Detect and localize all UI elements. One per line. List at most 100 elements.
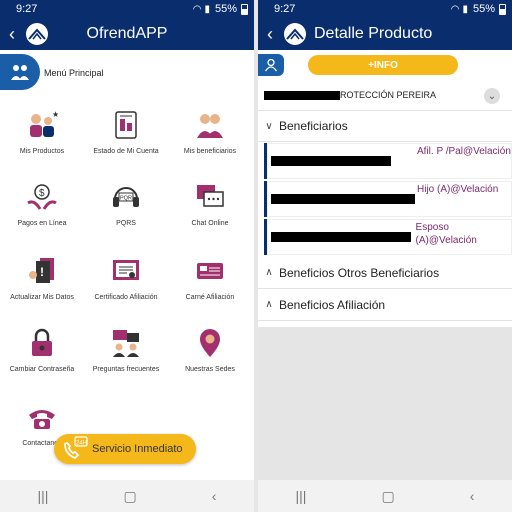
id-card-icon	[193, 254, 227, 288]
android-nav-bar: ||| ▢ ‹	[0, 480, 254, 512]
tile-mis-beneficiarios[interactable]: Mis beneficiarios	[168, 108, 252, 156]
tile-cambiar-contrasena[interactable]: Cambiar Contraseña	[0, 326, 84, 374]
tile-nuestras-sedes[interactable]: Nuestras Sedes	[168, 326, 252, 374]
group-icon	[193, 108, 227, 142]
section-title: Beneficios Otros Beneficiarios	[279, 265, 440, 280]
tile-label: Cambiar Contraseña	[9, 366, 75, 373]
recents-icon[interactable]: |||	[296, 488, 307, 504]
wifi-icon: ◠	[450, 3, 460, 15]
tile-mis-productos[interactable]: ★ Mis Productos	[0, 108, 84, 156]
home-icon[interactable]: ▢	[123, 488, 136, 505]
beneficiary-card[interactable]: Afil. P /Pal@Velación	[264, 143, 512, 179]
status-time: 9:27	[16, 3, 38, 15]
fab-badge: 24H	[76, 441, 87, 447]
redacted-name	[271, 156, 391, 166]
beneficiary-relation: Esposo (A)@Velación	[415, 222, 477, 246]
empty-content-area	[258, 327, 512, 480]
chevron-down-icon: ∨	[265, 120, 273, 132]
tile-actualizar-datos[interactable]: ! Actualizar Mis Datos	[0, 254, 84, 302]
plan-row[interactable]: ROTECCIÓN PEREIRA ⌄	[258, 80, 512, 110]
signal-icon: ▮	[204, 3, 210, 15]
section-beneficiarios[interactable]: ∨ Beneficiarios	[258, 110, 512, 142]
menu-title: Menú Principal	[44, 68, 104, 78]
status-icons: ◠ ▮ 55%	[295, 3, 506, 15]
section-beneficios-otros[interactable]: ∧ Beneficios Otros Beneficiarios	[258, 257, 512, 289]
svg-text:!: !	[40, 265, 44, 279]
people-icon: ★	[25, 108, 59, 142]
tile-label: Preguntas frecuentes	[92, 366, 160, 373]
top-actions: +INFO	[258, 50, 512, 80]
money-hands-icon: $	[25, 180, 59, 214]
back-nav-icon[interactable]: ‹	[212, 488, 217, 504]
screen-title: Detalle Producto	[314, 25, 433, 42]
section-title: Beneficios Afiliación	[279, 297, 386, 312]
battery-percent: 55%	[472, 3, 495, 15]
beneficiary-relation: Afil. P /Pal@Velación	[417, 146, 511, 157]
tile-chat-online[interactable]: Chat Online	[168, 180, 252, 228]
tile-pqrs[interactable]: PQR PQRS	[84, 180, 168, 228]
phone-icon	[25, 400, 59, 434]
svg-text:$: $	[39, 188, 45, 199]
menu-badge	[0, 54, 40, 90]
redacted-name	[271, 232, 411, 242]
document-icon	[109, 108, 143, 142]
chevron-up-icon: ∧	[265, 299, 273, 310]
tile-label: Certificado Afiliación	[94, 294, 158, 301]
signal-icon: ▮	[462, 3, 468, 15]
product-detail-screen: 9:27 ◠ ▮ 55% ‹ Detalle Producto +INFO RO…	[258, 0, 512, 512]
menu-people-icon	[11, 65, 29, 80]
tile-certificado-afiliacion[interactable]: Certificado Afiliación	[84, 254, 168, 302]
back-nav-icon[interactable]: ‹	[470, 488, 475, 504]
chevron-up-icon: ∧	[265, 267, 273, 278]
user-icon	[264, 58, 278, 72]
tile-pagos-linea[interactable]: $ Pagos en Línea	[0, 180, 84, 228]
tile-preguntas-frecuentes[interactable]: Preguntas frecuentes	[84, 326, 168, 374]
chat-icon	[193, 180, 227, 214]
tile-label: Estado de Mi Cuenta	[93, 148, 159, 155]
tile-estado-cuenta[interactable]: Estado de Mi Cuenta	[84, 108, 168, 156]
status-icons: ◠ ▮ 55%	[37, 3, 248, 15]
servicio-inmediato-button[interactable]: 24H Servicio Inmediato	[54, 434, 196, 464]
fab-label: Servicio Inmediato	[92, 443, 183, 455]
beneficiary-relation: Hijo (A)@Velación	[417, 184, 499, 195]
brand-logo-icon	[284, 23, 306, 45]
svg-text:PQR: PQR	[120, 196, 132, 202]
beneficiary-name	[267, 219, 416, 255]
main-menu-screen: 9:27 ◠ ▮ 55% ‹ OfrendAPP Menú Principal …	[0, 0, 254, 512]
tile-label: Actualizar Mis Datos	[10, 294, 74, 301]
tile-label: Pagos en Línea	[17, 220, 67, 227]
info-button[interactable]: +INFO	[308, 55, 458, 75]
back-icon[interactable]: ‹	[258, 18, 282, 50]
back-icon[interactable]: ‹	[0, 18, 24, 50]
chevron-down-icon[interactable]: ⌄	[484, 88, 500, 104]
plan-name-suffix: ROTECCIÓN PEREIRA	[340, 90, 437, 100]
redacted-plan-name	[264, 90, 340, 100]
section-beneficios-afiliacion[interactable]: ∧ Beneficios Afiliación	[258, 289, 512, 321]
tile-label: Mis beneficiarios	[183, 148, 237, 155]
section-title: Beneficiarios	[279, 119, 348, 133]
recents-icon[interactable]: |||	[38, 488, 49, 504]
app-bar: ‹ OfrendAPP	[0, 18, 254, 50]
beneficiary-card[interactable]: Hijo (A)@Velación	[264, 181, 512, 217]
status-bar: 9:27 ◠ ▮ 55%	[0, 0, 254, 18]
brand-logo-icon	[26, 23, 48, 45]
beneficiary-card[interactable]: Esposo (A)@Velación	[264, 219, 512, 255]
battery-percent: 55%	[214, 3, 237, 15]
tile-carne-afiliacion[interactable]: Carné Afiliación	[168, 254, 252, 302]
battery-icon	[499, 3, 506, 15]
lock-icon	[25, 326, 59, 360]
status-time: 9:27	[274, 3, 296, 15]
battery-icon	[241, 3, 248, 15]
menu-header: Menú Principal	[0, 50, 254, 94]
home-icon[interactable]: ▢	[381, 488, 394, 505]
user-button[interactable]	[258, 54, 284, 76]
pqrs-headset-icon: PQR	[109, 180, 143, 214]
status-bar: 9:27 ◠ ▮ 55%	[258, 0, 512, 18]
tile-label: Carné Afiliación	[185, 294, 235, 301]
certificate-icon	[109, 254, 143, 288]
redacted-name	[271, 194, 415, 204]
tile-label: Chat Online	[191, 220, 229, 227]
phone-24h-icon: 24H	[60, 434, 90, 464]
location-pin-icon	[193, 326, 227, 360]
tile-label: Nuestras Sedes	[185, 366, 235, 373]
